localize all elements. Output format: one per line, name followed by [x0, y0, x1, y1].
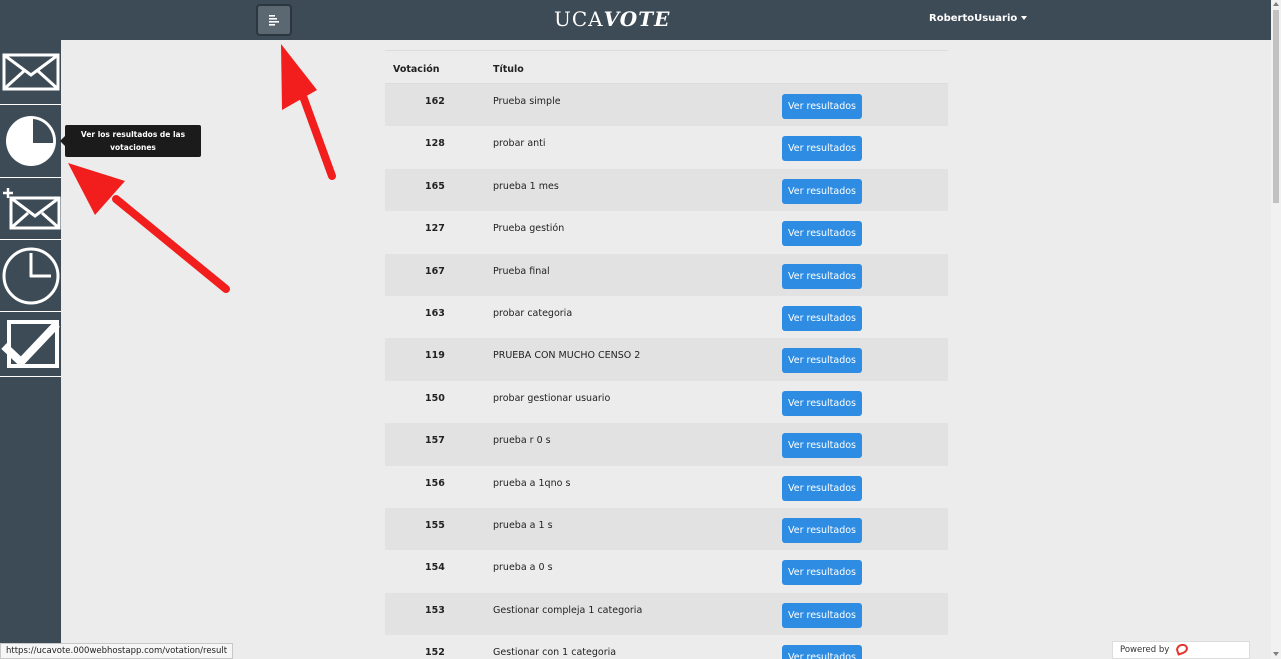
scroll-down-arrow-icon[interactable] — [1273, 652, 1279, 656]
annotation-arrow-left — [68, 163, 230, 293]
table-row: 162 Prueba simple Ver resultados — [385, 84, 948, 127]
table-row: 153 Gestionar compleja 1 categoria Ver res… — [385, 592, 948, 636]
votations-table: Votación Título 162 Prueba simple Ver resu… — [385, 50, 948, 659]
votation-id: 155 — [425, 519, 445, 531]
votation-title: prueba a 1qno s — [493, 477, 571, 489]
table-row: 152 Gestionar con 1 categoria Ver resultad… — [385, 635, 948, 659]
scroll-up-arrow-icon[interactable] — [1273, 2, 1279, 6]
user-name: RobertoUsuario — [929, 13, 1018, 24]
view-results-button[interactable]: Ver resultados — [782, 348, 862, 374]
page-scrollbar[interactable] — [1271, 0, 1281, 659]
table-row: 119 PRUEBA CON MUCHO CENSO 2 Ver resultado… — [385, 338, 948, 381]
powered-by-label: Powered by — [1120, 645, 1170, 655]
votation-title: prueba r 0 s — [493, 435, 551, 447]
sidebar-item-pending[interactable] — [0, 240, 61, 312]
add-envelope-icon — [2, 187, 60, 229]
view-results-button[interactable]: Ver resultados — [782, 433, 862, 459]
table-row: 165 prueba 1 mes Ver resultados — [385, 168, 948, 212]
user-menu-dropdown[interactable]: RobertoUsuario — [929, 13, 1028, 24]
view-results-button[interactable]: Ver resultados — [782, 560, 862, 586]
votation-title: probar gestionar usuario — [493, 392, 611, 404]
view-results-button[interactable]: Ver resultados — [782, 221, 862, 247]
scroll-thumb[interactable] — [1273, 10, 1279, 203]
top-navbar: UCAVOTE RobertoUsuario — [0, 0, 1271, 40]
votation-title: prueba 1 mes — [493, 180, 559, 192]
table-header: Votación Título — [385, 51, 948, 84]
votation-title: Gestionar compleja 1 categoria — [493, 604, 643, 616]
table-body: 162 Prueba simple Ver resultados 128 probar … — [385, 84, 948, 659]
sidebar — [0, 40, 61, 659]
votation-id: 152 — [425, 647, 445, 659]
votation-title: Gestionar con 1 categoria — [493, 647, 617, 659]
votation-id: 163 — [425, 307, 445, 319]
hamburger-icon — [269, 15, 279, 26]
brand-logo[interactable]: UCAVOTE — [554, 7, 670, 31]
votation-title: probar categoria — [493, 307, 573, 319]
votation-id: 162 — [425, 96, 445, 107]
votation-title: Prueba gestión — [493, 223, 565, 235]
results-tooltip: Ver los resultados de las votaciones — [60, 125, 201, 157]
votation-id: 156 — [425, 477, 445, 489]
powered-by-badge[interactable]: Powered by 000webhost — [1112, 641, 1250, 659]
pie-chart-icon — [5, 116, 56, 166]
table-row: 163 probar categoria Ver resultados — [385, 296, 948, 338]
sidebar-item-new-votation[interactable] — [0, 178, 61, 240]
caret-down-icon — [1021, 16, 1028, 20]
table-row: 167 Prueba final Ver resultados — [385, 253, 948, 296]
votation-title: PRUEBA CON MUCHO CENSO 2 — [493, 350, 641, 362]
annotation-arrow-up — [281, 44, 336, 180]
votation-title: prueba a 0 s — [493, 562, 553, 574]
votation-title: Prueba simple — [493, 96, 561, 107]
column-header-votacion: Votación — [393, 64, 440, 75]
table-row: 128 probar anti Ver resultados — [385, 126, 948, 168]
table-row: 150 probar gestionar usuario Ver resultado… — [385, 381, 948, 423]
clock-icon — [2, 247, 59, 304]
view-results-button[interactable]: Ver resultados — [782, 136, 862, 162]
view-results-button[interactable]: Ver resultados — [782, 263, 862, 289]
view-results-button[interactable]: Ver resultados — [782, 305, 862, 331]
votation-id: 128 — [425, 138, 445, 150]
view-results-button[interactable]: Ver resultados — [782, 94, 862, 119]
table-row: 154 prueba a 0 s Ver resultados — [385, 550, 948, 592]
browser-status-url: https://ucavote.000webhostapp.com/votati… — [0, 643, 234, 659]
menu-toggle-button[interactable] — [256, 4, 292, 36]
sidebar-item-results[interactable] — [0, 105, 61, 178]
votation-title: probar anti — [493, 138, 546, 150]
votation-title: prueba a 1 s — [493, 519, 553, 531]
votation-id: 167 — [425, 265, 445, 277]
votation-id: 154 — [425, 562, 445, 574]
votation-id: 157 — [425, 435, 445, 447]
votation-title: Prueba final — [493, 265, 550, 277]
view-results-button[interactable]: Ver resultados — [782, 390, 862, 416]
sidebar-item-messages[interactable] — [0, 40, 61, 105]
votation-id: 165 — [425, 180, 445, 192]
view-results-button[interactable]: Ver resultados — [782, 602, 862, 628]
checkbox-icon — [0, 320, 60, 368]
view-results-button[interactable]: Ver resultados — [782, 178, 862, 204]
column-header-titulo: Título — [493, 64, 524, 75]
votation-id: 150 — [425, 392, 445, 404]
table-row: 157 prueba r 0 s Ver resultados — [385, 423, 948, 466]
votation-id: 127 — [425, 223, 445, 235]
envelope-icon — [2, 53, 59, 91]
table-row: 127 Prueba gestión Ver resultados — [385, 211, 948, 253]
votation-id: 153 — [425, 604, 445, 616]
votation-id: 119 — [425, 350, 445, 362]
view-results-button[interactable]: Ver resultados — [782, 645, 862, 659]
view-results-button[interactable]: Ver resultados — [782, 475, 862, 501]
webhost-logo-icon — [1174, 642, 1190, 656]
sidebar-item-vote[interactable] — [0, 312, 61, 377]
table-row: 156 prueba a 1qno s Ver resultados — [385, 466, 948, 508]
table-row: 155 prueba a 1 s Ver resultados — [385, 507, 948, 551]
view-results-button[interactable]: Ver resultados — [782, 517, 862, 543]
